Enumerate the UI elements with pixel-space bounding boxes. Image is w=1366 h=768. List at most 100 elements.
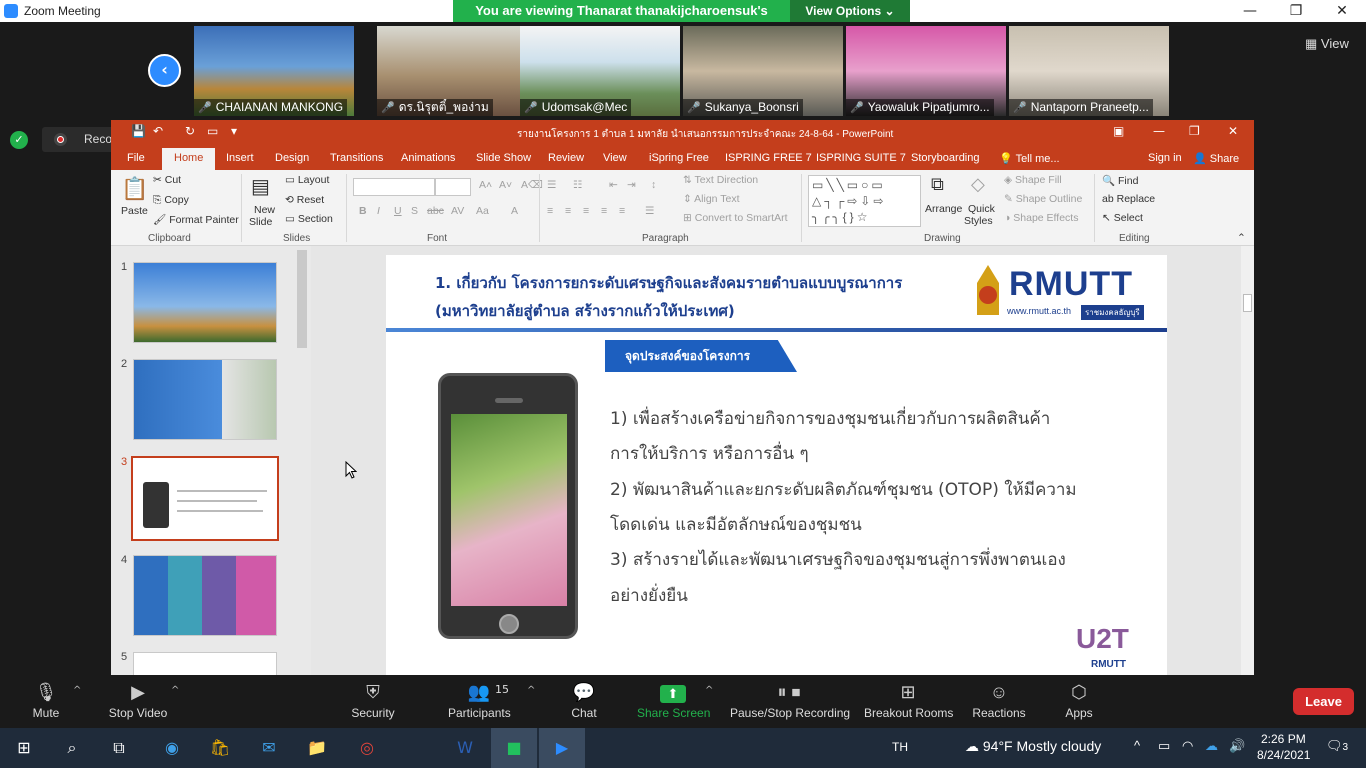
slide-thumbnail-5[interactable] [133,652,277,675]
input-language[interactable]: TH [892,740,908,754]
gallery-view-button[interactable]: ▦ View [1305,36,1349,52]
bold-icon[interactable]: B [359,205,367,217]
slide-thumbnail-2[interactable] [133,359,277,440]
mute-options-caret[interactable]: ^ [73,685,81,696]
video-tile[interactable]: 🎤 Nantaporn Praneetp... [1009,26,1169,116]
underline-icon[interactable]: U [394,205,402,217]
mute-button[interactable]: 🎙 Mute [30,680,62,720]
slide-thumbnail-3[interactable] [131,456,279,541]
video-tile[interactable]: 🎤 Udomsak@Mec [520,26,680,116]
apps-button[interactable]: ⬡ Apps [1064,680,1094,720]
slide-canvas[interactable]: 1. เกี่ยวกับ โครงการยกระดับเศรษฐกิจและสั… [386,255,1167,675]
ppt-restore-icon[interactable]: ❐ [1189,124,1200,138]
file-explorer-icon[interactable]: 📁 [304,736,330,760]
scrollbar-thumb[interactable] [1243,294,1252,312]
align-left-icon[interactable]: ≡ [547,205,553,217]
qat-customize-icon[interactable]: ▾ [231,124,237,138]
clock-date[interactable]: 8/24/2021 [1257,748,1310,762]
strikethrough-icon[interactable]: abc [427,205,444,217]
video-tile[interactable]: 🎤 ดร.นิรุตติ์_พอง่าม [377,26,537,116]
line-spacing-icon[interactable]: ↕ [651,179,656,191]
battery-icon[interactable]: ▭ [1158,738,1170,754]
clock-time[interactable]: 2:26 PM [1261,732,1306,746]
undo-icon[interactable]: ↶ [153,124,163,138]
share-options-caret[interactable]: ^ [705,685,713,696]
decrease-indent-icon[interactable]: ⇤ [609,179,618,191]
chrome-icon[interactable]: ◎ [354,736,380,760]
ppt-close-icon[interactable]: ✕ [1228,124,1238,138]
share-screen-button[interactable]: ⬆ Share Screen [637,680,710,720]
notifications-icon[interactable]: 🗨3 [1326,738,1348,754]
participants-options-caret[interactable]: ^ [527,685,535,696]
ribbon-display-icon[interactable]: ▣ [1113,124,1124,138]
ppt-minimize-icon[interactable]: — [1153,124,1165,138]
weather-widget[interactable]: ☁ 94°F Mostly cloudy [965,738,1101,755]
tab-design[interactable]: Design [275,152,309,164]
tab-ispring-suite-7[interactable]: ISPRING SUITE 7 [816,152,906,164]
tab-animations[interactable]: Animations [401,152,455,164]
text-direction-button[interactable]: ⇅ Text Direction [683,174,758,186]
paste-button[interactable]: Paste [121,205,148,217]
minimize-icon[interactable]: — [1227,1,1273,21]
shadow-icon[interactable]: S [411,205,418,217]
security-button[interactable]: ⛨ Security [350,680,396,720]
new-slide-button[interactable]: New [254,204,275,216]
gallery-prev-button[interactable]: ‹ [148,54,181,87]
thumbnail-scrollbar[interactable] [297,250,307,348]
line-app-icon[interactable]: ■ [501,736,527,760]
slide-thumbnail-4[interactable] [133,555,277,636]
onedrive-icon[interactable]: ☁ [1205,738,1218,754]
increase-indent-icon[interactable]: ⇥ [627,179,636,191]
video-tile[interactable]: 🎤 Yaowaluk Pipatjumro... [846,26,1006,116]
align-center-icon[interactable]: ≡ [565,205,571,217]
tab-view[interactable]: View [603,152,627,164]
replace-button[interactable]: ab Replace [1102,193,1155,205]
maximize-icon[interactable]: ❐ [1273,1,1319,21]
shapes-gallery[interactable]: ▭╲╲▭○▭ △┐┌⇨⇩⇨ ╮╭╮{}☆ [808,175,921,227]
shape-outline-button[interactable]: ✎ Shape Outline [1004,193,1082,205]
layout-button[interactable]: ▭ Layout [285,174,329,186]
shape-effects-button[interactable]: ◑ Shape Effects [1004,212,1078,224]
leave-button[interactable]: Leave [1293,688,1354,715]
tab-ispring-free[interactable]: iSpring Free [649,152,709,164]
windows-start-icon[interactable]: ⊞ [11,736,37,760]
tab-insert[interactable]: Insert [226,152,254,164]
section-button[interactable]: ▭ Section [285,213,333,225]
tab-transitions[interactable]: Transitions [330,152,383,164]
close-icon[interactable]: ✕ [1319,1,1365,21]
pause-stop-recording-button[interactable]: ⏸ ⏹ Pause/Stop Recording [730,680,850,720]
align-text-button[interactable]: ⇕ Align Text [683,193,740,205]
edge-browser-icon[interactable]: ◉ [159,736,185,760]
convert-smartart-button[interactable]: ⊞ Convert to SmartArt [683,212,788,224]
reset-button[interactable]: ⟲ Reset [285,194,324,206]
tab-review[interactable]: Review [548,152,584,164]
bullets-icon[interactable]: ☰ [547,179,556,191]
video-options-caret[interactable]: ^ [171,685,179,696]
tab-home[interactable]: Home [162,148,216,170]
copy-button[interactable]: ⎘ Copy [153,194,189,207]
justify-icon[interactable]: ≡ [601,205,607,217]
decrease-font-icon[interactable]: A˅ [499,179,512,191]
redo-icon[interactable]: ↻ [185,124,195,138]
task-view-icon[interactable]: ⧉ [106,736,132,760]
new-slide-icon[interactable]: ▤ [251,174,270,199]
chat-button[interactable]: 💬 Chat [570,680,598,720]
tab-ispring-free-7[interactable]: ISPRING FREE 7 [725,152,812,164]
numbering-icon[interactable]: ☷ [573,179,582,191]
font-color-icon[interactable]: A [511,205,518,217]
stop-video-button[interactable]: ▶ Stop Video [108,680,168,720]
char-spacing-icon[interactable]: AV [451,205,464,217]
format-painter-button[interactable]: 🖌 Format Painter [153,213,239,226]
tell-me-search[interactable]: 💡 Tell me... [999,152,1060,165]
tab-slide-show[interactable]: Slide Show [476,152,531,164]
font-family-select[interactable] [353,178,435,196]
paste-icon[interactable]: 📋 [121,176,148,202]
arrange-icon[interactable]: ⧉ [931,174,944,195]
present-icon[interactable]: ▭ [207,124,218,138]
view-options-button[interactable]: View Options ⌄ [790,0,910,22]
save-icon[interactable]: 💾 [131,124,146,138]
quick-styles-button[interactable]: Quick [968,203,995,215]
reactions-button[interactable]: ☺ Reactions [972,680,1026,720]
editor-scrollbar[interactable] [1241,246,1254,675]
wifi-icon[interactable]: ◠ [1182,738,1193,754]
